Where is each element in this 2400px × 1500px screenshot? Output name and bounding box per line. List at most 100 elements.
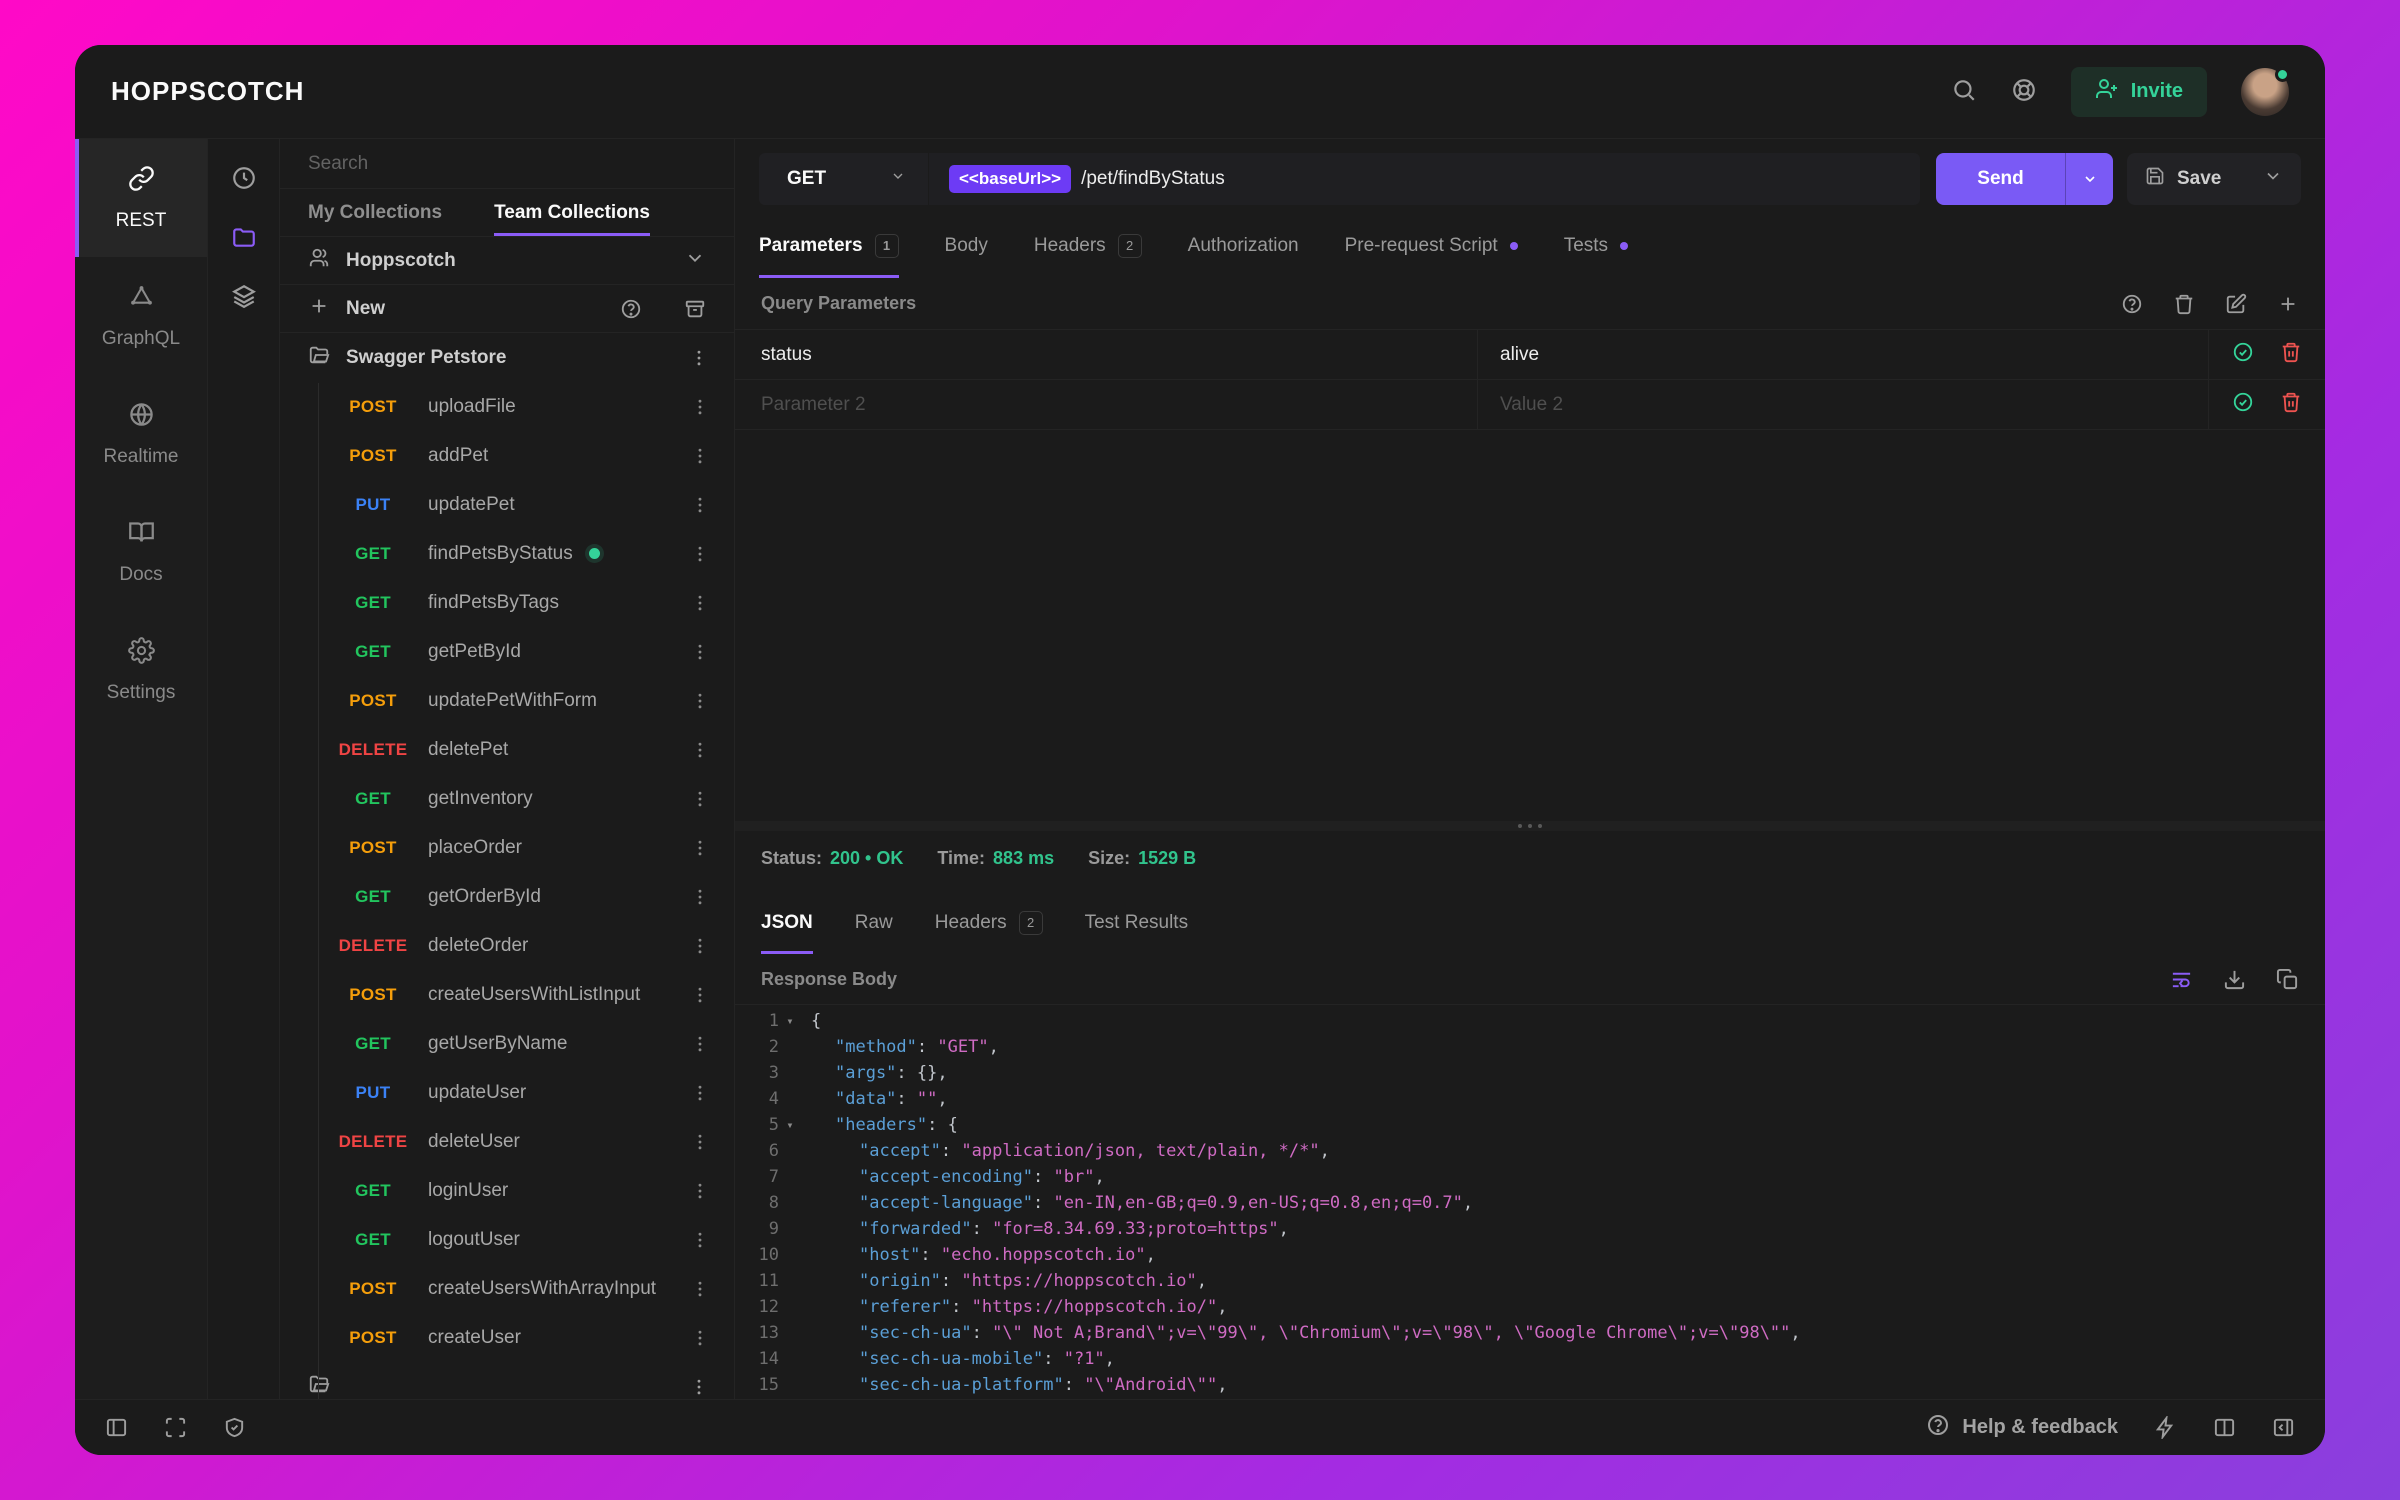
more-options-icon[interactable] — [690, 397, 710, 417]
invite-button[interactable]: Invite — [2070, 66, 2207, 117]
more-options-icon[interactable] — [690, 544, 710, 564]
fold-icon[interactable]: ▾ — [786, 1014, 793, 1028]
more-options-icon[interactable] — [690, 593, 710, 613]
support-button[interactable] — [2011, 77, 2037, 106]
request-list-item[interactable]: GET logoutUser — [280, 1215, 734, 1264]
request-list-item[interactable]: POST createUsersWithListInput — [280, 970, 734, 1019]
parameter-key-input[interactable]: Parameter 2 — [735, 380, 1478, 429]
expand-icon[interactable] — [164, 1416, 187, 1439]
sidebar-item-docs[interactable]: Docs — [75, 493, 207, 611]
response-body-editor[interactable]: 1 ▾ { 2 "method": "GET", 3 "args": {}, 4… — [735, 1004, 2325, 1399]
more-options-icon[interactable] — [690, 642, 710, 662]
tab-tests[interactable]: Tests — [1564, 213, 1629, 278]
delete-parameter-icon[interactable] — [2280, 391, 2302, 419]
request-list-item[interactable]: POST createUsersWithArrayInput — [280, 1264, 734, 1313]
help-feedback-button[interactable]: Help & feedback — [1926, 1413, 2118, 1443]
wrap-lines-icon[interactable] — [2170, 968, 2193, 991]
request-list-item[interactable]: GET getUserByName — [280, 1019, 734, 1068]
request-list-item[interactable]: PUT updateUser — [280, 1068, 734, 1117]
more-options-icon[interactable] — [690, 495, 710, 515]
more-options-icon[interactable] — [690, 691, 710, 711]
more-options-icon[interactable] — [690, 1034, 710, 1054]
clear-all-icon[interactable] — [2173, 293, 2195, 315]
download-icon[interactable] — [2223, 968, 2246, 991]
more-options-icon[interactable] — [688, 1377, 710, 1397]
parameter-key-input[interactable]: status — [735, 330, 1478, 379]
more-options-icon[interactable] — [690, 740, 710, 760]
request-list-item[interactable]: POST placeOrder — [280, 823, 734, 872]
toggle-parameter-icon[interactable] — [2232, 391, 2254, 419]
method-select[interactable]: GET — [759, 153, 929, 205]
more-options-icon[interactable] — [690, 936, 710, 956]
tab-authorization[interactable]: Authorization — [1188, 213, 1299, 278]
help-circle-icon[interactable] — [2121, 293, 2143, 315]
user-avatar[interactable] — [2241, 66, 2290, 116]
request-list-item[interactable]: GET loginUser — [280, 1166, 734, 1215]
copy-icon[interactable] — [2276, 968, 2299, 991]
collections-tab-button[interactable] — [231, 224, 257, 253]
help-circle-icon[interactable] — [620, 298, 642, 320]
sidebar-item-rest[interactable]: REST — [75, 139, 207, 257]
tab-body[interactable]: Body — [945, 213, 988, 278]
sidebar-item-realtime[interactable]: Realtime — [75, 375, 207, 493]
request-list-item[interactable]: GET getOrderById — [280, 872, 734, 921]
request-list-item[interactable]: DELETE deleteOrder — [280, 921, 734, 970]
collection-folder[interactable]: Swagger Petstore — [280, 333, 734, 382]
request-list-item[interactable]: POST uploadFile — [280, 382, 734, 431]
more-options-icon[interactable] — [690, 446, 710, 466]
more-options-icon[interactable] — [690, 887, 710, 907]
toggle-parameter-icon[interactable] — [2232, 341, 2254, 369]
more-options-icon[interactable] — [690, 838, 710, 858]
request-list-item[interactable]: DELETE deletePet — [280, 725, 734, 774]
plus-icon[interactable] — [308, 295, 330, 323]
request-list-item[interactable]: POST createUser — [280, 1313, 734, 1362]
sidebar-item-graphql[interactable]: GraphQL — [75, 257, 207, 375]
more-options-icon[interactable] — [690, 1132, 710, 1152]
tab-json[interactable]: JSON — [761, 891, 813, 954]
send-options-caret[interactable] — [2065, 153, 2113, 205]
tab-pre-request-script[interactable]: Pre-request Script — [1345, 213, 1518, 278]
more-options-icon[interactable] — [690, 1279, 710, 1299]
tab-parameters[interactable]: Parameters 1 — [759, 213, 899, 278]
more-options-icon[interactable] — [690, 985, 710, 1005]
more-options-icon[interactable] — [690, 1083, 710, 1103]
pane-resize-handle[interactable] — [735, 821, 2325, 831]
collapse-right-panel-icon[interactable] — [2272, 1416, 2295, 1439]
team-selector[interactable]: Hoppscotch — [280, 237, 734, 285]
add-parameter-icon[interactable] — [2277, 293, 2299, 315]
url-input[interactable]: <<baseUrl>> /pet/findByStatus — [929, 153, 1920, 205]
sidebar-item-settings[interactable]: Settings — [75, 611, 207, 729]
shield-check-icon[interactable] — [223, 1416, 246, 1439]
tab-team-collections[interactable]: Team Collections — [494, 189, 650, 236]
archive-icon[interactable] — [684, 298, 706, 320]
edit-bulk-icon[interactable] — [2225, 293, 2247, 315]
collections-search[interactable]: Search — [280, 139, 734, 189]
more-options-icon[interactable] — [690, 789, 710, 809]
request-list-item[interactable]: DELETE deleteUser — [280, 1117, 734, 1166]
delete-parameter-icon[interactable] — [2280, 341, 2302, 369]
toggle-sidebar-icon[interactable] — [105, 1416, 128, 1439]
more-options-icon[interactable] — [688, 348, 710, 368]
collection-folder-partial[interactable] — [280, 1362, 734, 1399]
tab-my-collections[interactable]: My Collections — [308, 189, 442, 236]
history-tab-button[interactable] — [231, 165, 257, 194]
request-list-item[interactable]: GET getPetById — [280, 627, 734, 676]
request-list-item[interactable]: POST updatePetWithForm — [280, 676, 734, 725]
global-search-button[interactable] — [1951, 77, 1977, 106]
parameter-value-input[interactable]: Value 2 — [1478, 380, 2209, 429]
save-options-caret[interactable] — [2263, 166, 2283, 192]
request-list-item[interactable]: PUT updatePet — [280, 480, 734, 529]
tab-response-headers[interactable]: Headers 2 — [935, 891, 1043, 954]
columns-layout-icon[interactable] — [2213, 1416, 2236, 1439]
environments-tab-button[interactable] — [231, 283, 257, 312]
fold-icon[interactable]: ▾ — [786, 1118, 793, 1132]
new-collection-label[interactable]: New — [346, 298, 385, 320]
request-list-item[interactable]: POST addPet — [280, 431, 734, 480]
shortcuts-icon[interactable] — [2154, 1416, 2177, 1439]
tab-raw[interactable]: Raw — [855, 891, 893, 954]
save-button[interactable]: Save — [2127, 153, 2301, 205]
send-button[interactable]: Send — [1936, 153, 2113, 205]
request-list-item[interactable]: GET findPetsByTags — [280, 578, 734, 627]
more-options-icon[interactable] — [690, 1328, 710, 1348]
request-list-item[interactable]: GET findPetsByStatus — [280, 529, 734, 578]
